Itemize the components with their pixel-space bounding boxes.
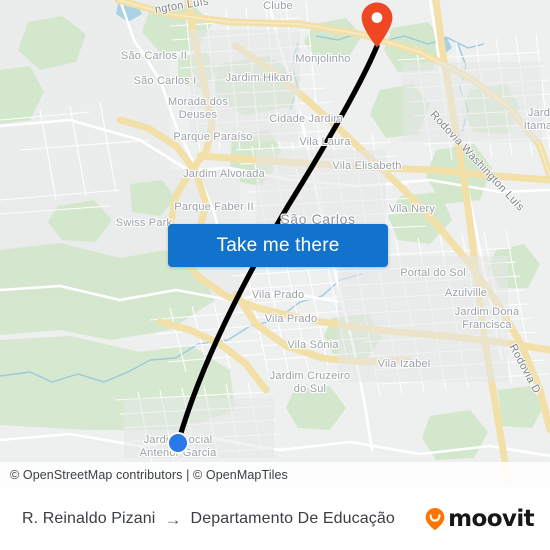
route-origin-label: R. Reinaldo Pizani xyxy=(22,510,156,527)
route-destination-label: Departamento De Educação xyxy=(190,510,395,527)
moovit-wordmark: moovit xyxy=(448,506,534,532)
footer-bar: R. Reinaldo Pizani → Departamento De Edu… xyxy=(0,488,550,550)
arrow-right-icon: → xyxy=(164,509,182,529)
origin-dot-icon[interactable] xyxy=(167,432,189,454)
moovit-logo[interactable]: moovit xyxy=(424,506,535,532)
attribution-text[interactable]: © OpenStreetMap contributors | © OpenMap… xyxy=(10,468,288,482)
map-canvas[interactable]: São Carlos II São Carlos I Morada dos Deuse… xyxy=(0,0,550,488)
moovit-route-screenshot: São Carlos II São Carlos I Morada dos Deuse… xyxy=(0,0,550,550)
map-attribution-bar: © OpenStreetMap contributors | © OpenMap… xyxy=(0,462,550,488)
route-summary: R. Reinaldo Pizani → Departamento De Edu… xyxy=(22,510,395,528)
take-me-there-button[interactable]: Take me there xyxy=(168,224,388,267)
moovit-pin-icon xyxy=(425,508,445,531)
